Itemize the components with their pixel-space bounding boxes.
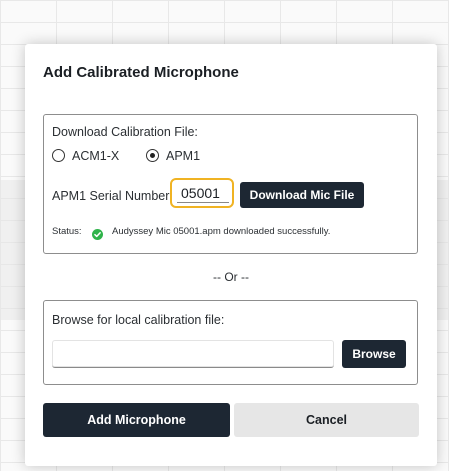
radio-label-apm1[interactable]: APM1 (166, 149, 200, 163)
or-separator: -- Or -- (213, 270, 249, 284)
cancel-button[interactable]: Cancel (234, 403, 419, 437)
download-calibration-panel: Download Calibration File: ACM1-X APM1 A… (43, 114, 418, 254)
browse-local-panel: Browse for local calibration file: Brows… (43, 300, 418, 385)
radio-button-apm1[interactable] (146, 149, 159, 162)
add-microphone-button[interactable]: Add Microphone (43, 403, 230, 437)
serial-input-underline (177, 202, 229, 203)
radio-label-acm1x[interactable]: ACM1-X (72, 149, 119, 163)
dialog-title: Add Calibrated Microphone (43, 64, 239, 81)
status-label: Status: (52, 226, 82, 237)
radio-button-acm1x[interactable] (52, 149, 65, 162)
serial-number-input[interactable]: 05001 (170, 178, 234, 208)
add-microphone-dialog: Add Calibrated Microphone Download Calib… (25, 44, 437, 466)
browse-button[interactable]: Browse (342, 340, 406, 368)
download-mic-file-button[interactable]: Download Mic File (240, 182, 364, 208)
check-circle-icon (92, 229, 103, 240)
local-file-path-input[interactable] (52, 340, 334, 368)
download-heading: Download Calibration File: (52, 125, 198, 139)
browse-heading: Browse for local calibration file: (52, 313, 225, 327)
serial-number-label: APM1 Serial Number: (52, 189, 173, 203)
status-message: Audyssey Mic 05001.apm downloaded succes… (112, 226, 331, 237)
